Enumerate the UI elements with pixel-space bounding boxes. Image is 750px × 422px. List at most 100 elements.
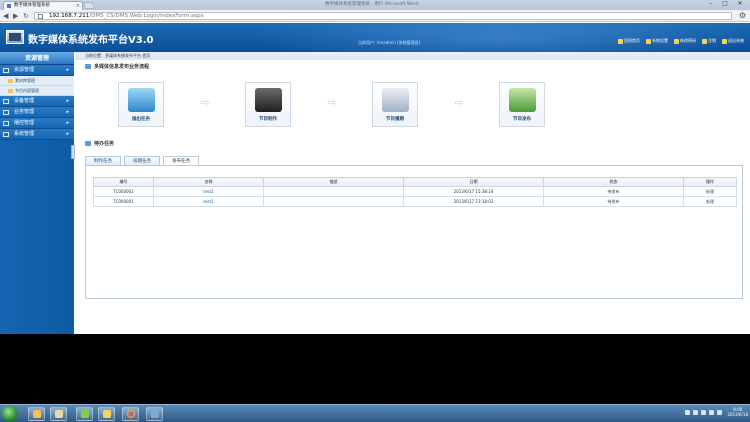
taskbar-app-chrome[interactable]	[122, 407, 139, 421]
cell-name[interactable]: test1	[153, 196, 264, 207]
clapperboard-icon	[255, 88, 282, 112]
window-icon	[151, 410, 159, 418]
exit-icon	[722, 38, 727, 44]
clock[interactable]: 9:08 2013/6/18	[727, 407, 748, 417]
browser-tab[interactable]: 数字媒体管理系统 ×	[3, 1, 83, 10]
logout-icon	[702, 38, 707, 44]
chevron-right-icon: ▸	[66, 98, 69, 104]
close-window-button[interactable]: ✕	[732, 0, 748, 8]
column-header: 状态	[543, 177, 684, 187]
sidebar-item-label: 播控管理	[14, 120, 35, 126]
gear-icon	[646, 38, 651, 44]
app-title: 数字媒体系统发布平台V3.0	[28, 35, 154, 46]
gear-icon	[3, 110, 9, 115]
change-password-link[interactable]: 修改密码	[674, 38, 696, 44]
cell-date: 2013/6/17 15:38:24	[403, 186, 544, 197]
process-button[interactable]: 处理	[683, 196, 737, 207]
chevron-right-icon: ▸	[66, 131, 69, 137]
task-tabs: 制作任务 排期任务 发布任务	[85, 156, 199, 165]
tray-icon[interactable]	[693, 410, 698, 415]
new-tab-button[interactable]	[82, 2, 96, 9]
task-panel: 编号 名称 描述 日期 状态 操作 TC000002 test2 2013/6/…	[85, 165, 743, 299]
folder-icon	[8, 89, 13, 93]
monitor-icon	[3, 99, 9, 104]
table-row: TC000002 test2 2013/6/17 15:38:24 待发布 处理	[93, 186, 737, 197]
url-input[interactable]: 192.168.7.211/DMS_CS/DMS.Web.Login/Index…	[34, 12, 732, 20]
folder-icon	[8, 79, 13, 83]
settings-link[interactable]: 系统设置	[646, 38, 668, 44]
column-header: 日期	[403, 177, 544, 187]
flow-step-production[interactable]: 节目制作	[245, 82, 291, 127]
task-title-text: 待办任务	[94, 141, 115, 147]
app-icon	[81, 410, 89, 418]
close-tab-icon[interactable]: ×	[76, 2, 80, 10]
taskbar: 9:08 2013/6/18	[0, 404, 750, 422]
home-link[interactable]: 回到首页	[618, 38, 640, 44]
taskbar-app-window[interactable]	[146, 407, 163, 421]
sidebar-item-business[interactable]: 业务管理 ▸	[0, 107, 74, 118]
sidebar-item-resource[interactable]: 资源管理 ▸	[0, 65, 74, 76]
address-toolbar: ◀ ▶ ↻ 192.168.7.211/DMS_CS/DMS.Web.Login…	[0, 10, 750, 22]
tray-icon[interactable]	[685, 410, 690, 415]
flow-step-label: 插出任务	[132, 117, 150, 122]
browser-tab-title: 数字媒体管理系统	[14, 3, 50, 8]
empty-screen-area	[0, 334, 750, 404]
notes-icon	[103, 410, 111, 418]
sidebar-subitem-material[interactable]: 素材库管理	[0, 76, 74, 86]
sidebar-item-label: 系统管理	[14, 131, 35, 137]
column-header: 操作	[683, 177, 737, 187]
cell-id: TC000001	[93, 196, 154, 207]
flow-step-schedule[interactable]: 节目播期	[372, 82, 418, 127]
taskbar-app-green[interactable]	[76, 407, 93, 421]
network-icon[interactable]	[709, 410, 714, 415]
home-icon	[618, 38, 623, 44]
browser-tab-bar: 数字媒体管理系统 × 数字媒体系统管理系统 - 用户 Microsoft Wor…	[0, 0, 750, 10]
arrow-right-icon: ⇨	[327, 96, 337, 109]
column-header: 描述	[263, 177, 404, 187]
sidebar-item-label: 业务管理	[14, 109, 35, 115]
sidebar-item-system[interactable]: 系统管理 ▸	[0, 129, 74, 140]
logout-link[interactable]: 注销	[702, 38, 716, 44]
cell-date: 2013/6/17 13:18:02	[403, 196, 544, 207]
reload-icon[interactable]: ↻	[23, 11, 29, 21]
flow-section-title: 多媒体信息发布业务流程	[85, 63, 149, 70]
process-button[interactable]: 处理	[683, 186, 737, 197]
column-header: 名称	[153, 177, 264, 187]
flow-step-task[interactable]: 插出任务	[118, 82, 164, 127]
cell-name[interactable]: test2	[153, 186, 264, 197]
volume-icon[interactable]	[717, 410, 722, 415]
sidebar: 资源管理 资源管理 ▸ 素材库管理 节目内容管理 设备管理 ▸ 业务管理 ▸ 播…	[0, 52, 74, 334]
sidebar-subitem-program[interactable]: 节目内容管理	[0, 86, 74, 96]
start-button[interactable]	[2, 406, 18, 422]
minimize-button[interactable]: –	[704, 0, 718, 8]
taskbar-app-explorer[interactable]	[28, 407, 45, 421]
cell-description	[263, 196, 404, 207]
tray-icon[interactable]	[701, 410, 706, 415]
tab-publish-tasks[interactable]: 发布任务	[163, 156, 199, 165]
column-header: 编号	[93, 177, 154, 187]
sidebar-item-playback[interactable]: 播控管理 ▸	[0, 118, 74, 129]
arrow-right-icon: ⇨	[454, 96, 464, 109]
taskbar-app-files[interactable]	[50, 407, 67, 421]
exit-link[interactable]: 退出系统	[722, 38, 744, 44]
back-icon[interactable]: ◀	[3, 11, 8, 21]
flow-title-text: 多媒体信息发布业务流程	[94, 64, 150, 70]
system-icon	[3, 132, 9, 137]
window-title: 数字媒体系统管理系统 - 用户 Microsoft Word	[325, 2, 419, 7]
files-icon	[55, 410, 63, 418]
tab-production-tasks[interactable]: 制作任务	[85, 156, 121, 165]
wrench-icon[interactable]: ⚙	[739, 10, 746, 21]
taskbar-app-notes[interactable]	[98, 407, 115, 421]
cell-description	[263, 186, 404, 197]
chrome-icon	[127, 410, 135, 418]
tab-schedule-tasks[interactable]: 排期任务	[124, 156, 160, 165]
forward-icon[interactable]: ▶	[13, 11, 18, 21]
cell-status: 待发布	[543, 186, 684, 197]
sidebar-item-device[interactable]: 设备管理 ▸	[0, 96, 74, 107]
maximize-button[interactable]: □	[718, 0, 732, 8]
breadcrumb: 当前位置：多媒体系统发布平台 首页	[75, 52, 750, 60]
cell-id: TC000002	[93, 186, 154, 197]
flow-step-publish[interactable]: 节目发布	[499, 82, 545, 127]
sidebar-subitem-label: 节目内容管理	[15, 88, 39, 93]
header-links: 回到首页 系统设置 修改密码 注销 退出系统	[618, 38, 744, 44]
